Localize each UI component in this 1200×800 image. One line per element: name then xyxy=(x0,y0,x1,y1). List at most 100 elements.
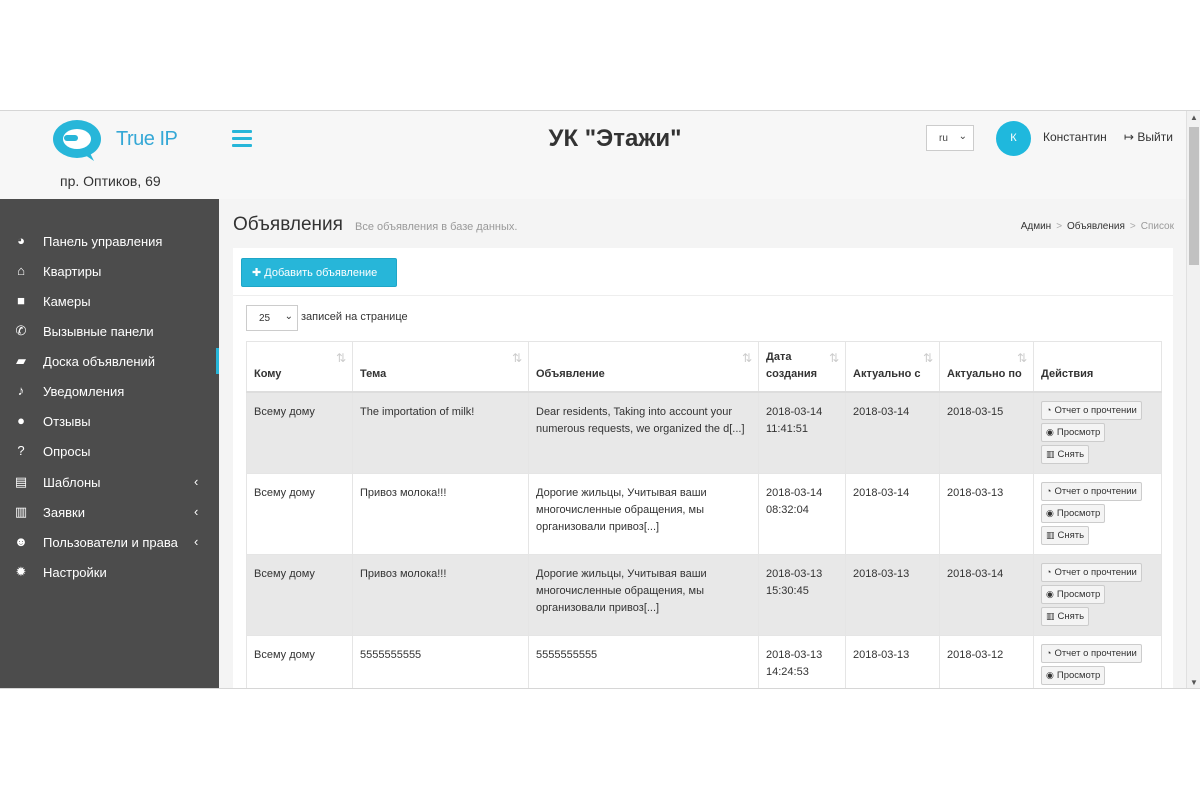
button-label: Отчет о прочтении xyxy=(1054,566,1137,578)
cell-to: Всему дому xyxy=(246,391,353,474)
username[interactable]: Константин xyxy=(1043,130,1107,144)
eye-icon: ◉ xyxy=(1046,426,1054,437)
scroll-down-arrow-icon[interactable]: ▼ xyxy=(1187,676,1200,688)
sidebar-item-label: Шаблоны xyxy=(43,475,101,490)
sort-icon: ⇅ xyxy=(922,351,933,365)
breadcrumb-announcements[interactable]: Объявления xyxy=(1067,221,1125,232)
cell-to: Всему дому xyxy=(246,634,353,688)
chevron-left-icon: ‹ xyxy=(194,504,199,519)
sidebar-item-settings[interactable]: ✹ Настройки xyxy=(0,557,219,587)
column-header-body[interactable]: Объявление ⇅ xyxy=(528,341,759,393)
sidebar-item-label: Панель управления xyxy=(43,234,163,249)
cell-created: 2018-03-14 11:41:51 xyxy=(758,391,846,474)
page-title: Объявления xyxy=(233,214,343,235)
cell-body: 5555555555 xyxy=(528,634,759,688)
column-header-actions: Действия xyxy=(1033,341,1162,393)
sidebar-item-notifications[interactable]: ♪ Уведомления xyxy=(0,376,219,406)
cell-created: 2018-03-13 15:30:45 xyxy=(758,553,846,636)
language-value: ru xyxy=(939,133,948,144)
table-row: Всему дому Привоз молока!!! Дорогие жиль… xyxy=(246,553,1162,636)
header-label: Актуально по xyxy=(947,367,1022,380)
view-button[interactable]: ◉ Просмотр xyxy=(1041,584,1106,604)
add-announcement-button[interactable]: ✚ Добавить объявление xyxy=(241,258,397,287)
cell-subject: The importation of milk! xyxy=(352,391,529,474)
view-button[interactable]: ◉ Просмотр xyxy=(1041,503,1106,523)
sidebar-item-call-panels[interactable]: ✆ Вызывные панели xyxy=(0,316,219,346)
cell-to: Всему дому xyxy=(246,472,353,555)
remove-button[interactable]: ▥Снять xyxy=(1041,444,1090,464)
sidebar-item-reviews[interactable]: ● Отзывы xyxy=(0,406,219,436)
announcements-table: Кому ⇅ Тема ⇅ Объявление ⇅ Дата создания ⇅ А… xyxy=(246,341,1162,688)
sidebar-item-polls[interactable]: ? Опросы xyxy=(0,436,219,466)
cell-actions: ◔Отчет о прочтении ◉Просмотр ▥Снять xyxy=(1033,391,1162,474)
button-label: Отчет о прочтении xyxy=(1054,647,1137,659)
sidebar-item-label: Вызывные панели xyxy=(43,324,154,339)
cell-to: Всему дому xyxy=(246,553,353,636)
phone-icon: ✆ xyxy=(15,323,27,338)
view-button[interactable]: ◉ Просмотр xyxy=(1041,422,1106,442)
chevron-down-icon: ⌄ xyxy=(284,311,293,322)
cell-created: 2018-03-13 14:24:53 xyxy=(758,634,846,688)
button-label: Снять xyxy=(1057,448,1085,460)
avatar[interactable]: К xyxy=(996,121,1031,156)
sort-icon: ⇅ xyxy=(335,351,346,365)
sidebar-item-users[interactable]: ☻ Пользователи и права ‹ xyxy=(0,527,219,557)
chevron-down-icon: ⌄ xyxy=(958,131,967,142)
cell-subject: Привоз молока!!! xyxy=(352,472,529,555)
comment-icon: ● xyxy=(17,413,25,428)
sidebar-item-templates[interactable]: ▤ Шаблоны ‹ xyxy=(0,467,219,497)
page-subtitle: Все объявления в базе данных. xyxy=(355,221,518,233)
remove-button[interactable]: ▥Снять xyxy=(1041,606,1090,626)
remove-button[interactable]: ▥Снять xyxy=(1041,687,1090,688)
eye-icon: ◉ xyxy=(1046,669,1054,680)
cell-from: 2018-03-14 xyxy=(845,472,940,555)
breadcrumb: Админ > Объявления > Список xyxy=(1021,221,1174,232)
read-report-button[interactable]: ◔ Отчет о прочтении xyxy=(1041,643,1142,663)
sticky-note-icon: ▰ xyxy=(16,353,26,368)
cell-from: 2018-03-13 xyxy=(845,553,940,636)
sidebar-item-bulletin-board[interactable]: ▰ Доска объявлений xyxy=(0,346,219,376)
column-header-subject[interactable]: Тема ⇅ xyxy=(352,341,529,393)
scroll-up-arrow-icon[interactable]: ▲ xyxy=(1187,111,1200,125)
pie-chart-icon: ◔ xyxy=(1046,647,1052,658)
logout-button[interactable]: ↦ Выйти xyxy=(1124,130,1173,144)
add-button-label: Добавить объявление xyxy=(264,267,378,279)
read-report-button[interactable]: ◔ Отчет о прочтении xyxy=(1041,400,1142,420)
header-label: Кому xyxy=(254,367,282,380)
sidebar-item-requests[interactable]: ▥ Заявки ‹ xyxy=(0,497,219,527)
pie-chart-icon: ◔ xyxy=(1046,566,1052,577)
column-header-until[interactable]: Актуально по ⇅ xyxy=(939,341,1034,393)
read-report-button[interactable]: ◔ Отчет о прочтении xyxy=(1041,481,1142,501)
remove-button[interactable]: ▥Снять xyxy=(1041,525,1090,545)
sidebar-item-label: Уведомления xyxy=(43,384,125,399)
header-label: Актуально с xyxy=(853,367,921,380)
sidebar-item-apartments[interactable]: ⌂ Квартиры xyxy=(0,256,219,286)
users-icon: ☻ xyxy=(14,534,28,549)
breadcrumb-current: Список xyxy=(1140,221,1174,232)
breadcrumb-separator: > xyxy=(1129,221,1136,232)
scrollbar-thumb[interactable] xyxy=(1189,127,1199,265)
vertical-scrollbar[interactable]: ▲ ▼ xyxy=(1186,111,1200,688)
breadcrumb-admin[interactable]: Админ xyxy=(1021,221,1052,232)
view-button[interactable]: ◉ Просмотр xyxy=(1041,665,1106,685)
sidebar-item-label: Опросы xyxy=(43,444,91,459)
cell-body: Dear residents, Taking into account your… xyxy=(528,391,759,474)
sidebar-item-dashboard[interactable]: ◕ Панель управления xyxy=(0,226,219,256)
gear-icon: ✹ xyxy=(15,564,27,579)
sidebar-item-label: Пользователи и права xyxy=(43,535,178,550)
cell-actions: ◔Отчет о прочтении ◉Просмотр ▥Снять xyxy=(1033,472,1162,555)
sidebar-item-label: Настройки xyxy=(43,565,107,580)
column-header-from[interactable]: Актуально с ⇅ xyxy=(845,341,940,393)
sidebar-item-cameras[interactable]: ■ Камеры xyxy=(0,286,219,316)
chevron-left-icon: ‹ xyxy=(194,534,199,549)
cell-from: 2018-03-14 xyxy=(845,391,940,474)
question-icon: ? xyxy=(17,443,25,458)
cell-until: 2018-03-15 xyxy=(939,391,1034,474)
file-text-icon: ▥ xyxy=(14,504,28,519)
plus-icon: ✚ xyxy=(252,267,262,279)
page-length-select[interactable]: 25 ⌄ xyxy=(246,305,298,331)
read-report-button[interactable]: ◔ Отчет о прочтении xyxy=(1041,562,1142,582)
column-header-created[interactable]: Дата создания ⇅ xyxy=(758,341,846,393)
column-header-to[interactable]: Кому ⇅ xyxy=(246,341,353,393)
language-select[interactable]: ru ⌄ xyxy=(926,125,974,151)
